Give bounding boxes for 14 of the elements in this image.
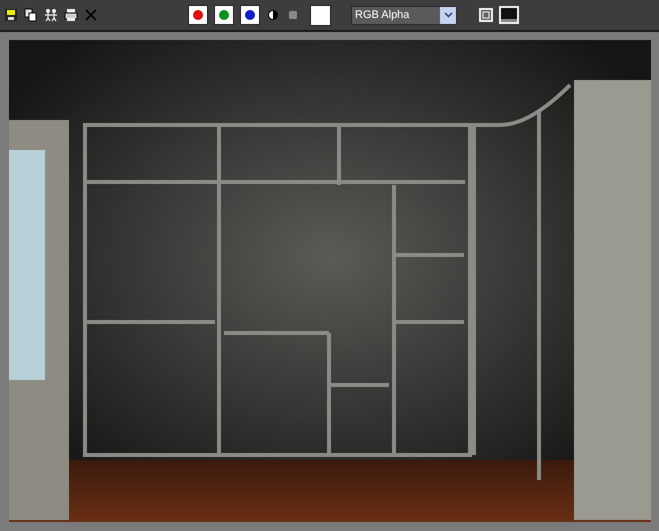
chevron-down-icon	[440, 6, 456, 24]
window-display-icon[interactable]	[499, 6, 519, 24]
window-icon[interactable]	[479, 8, 493, 22]
people-icon[interactable]	[44, 8, 58, 22]
print-icon[interactable]	[64, 8, 78, 22]
color-swatch[interactable]	[310, 4, 331, 26]
channel-toggle[interactable]	[188, 5, 208, 25]
save-icon[interactable]	[4, 8, 18, 22]
copy-icon[interactable]	[24, 8, 38, 22]
rounded-square-icon[interactable]	[286, 8, 300, 22]
contrast-icon[interactable]	[266, 8, 280, 22]
channel-toggle[interactable]	[214, 5, 234, 25]
display-dropdown[interactable]: RGB Alpha	[351, 6, 457, 24]
channel-toggle[interactable]	[240, 5, 260, 25]
